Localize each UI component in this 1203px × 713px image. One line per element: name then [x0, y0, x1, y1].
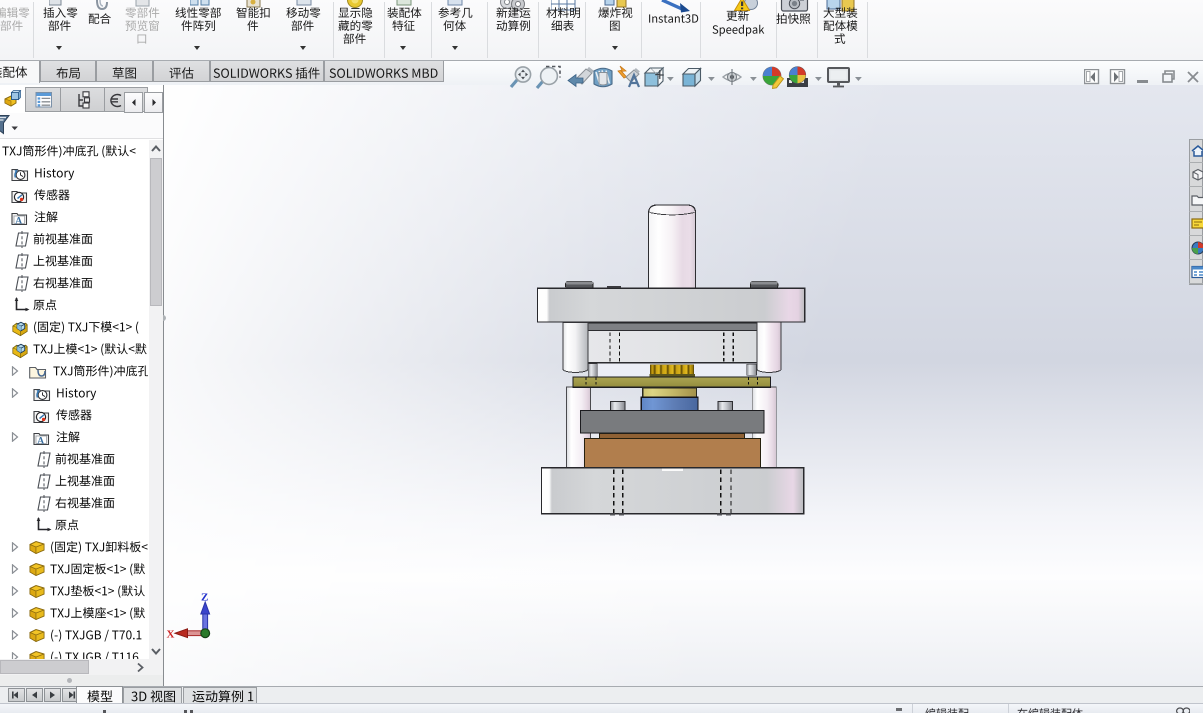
svg-text:Z: Z	[201, 592, 208, 604]
svg-text:A: A	[15, 216, 22, 226]
svg-text:X: X	[167, 629, 175, 641]
svg-text:A: A	[37, 436, 44, 446]
